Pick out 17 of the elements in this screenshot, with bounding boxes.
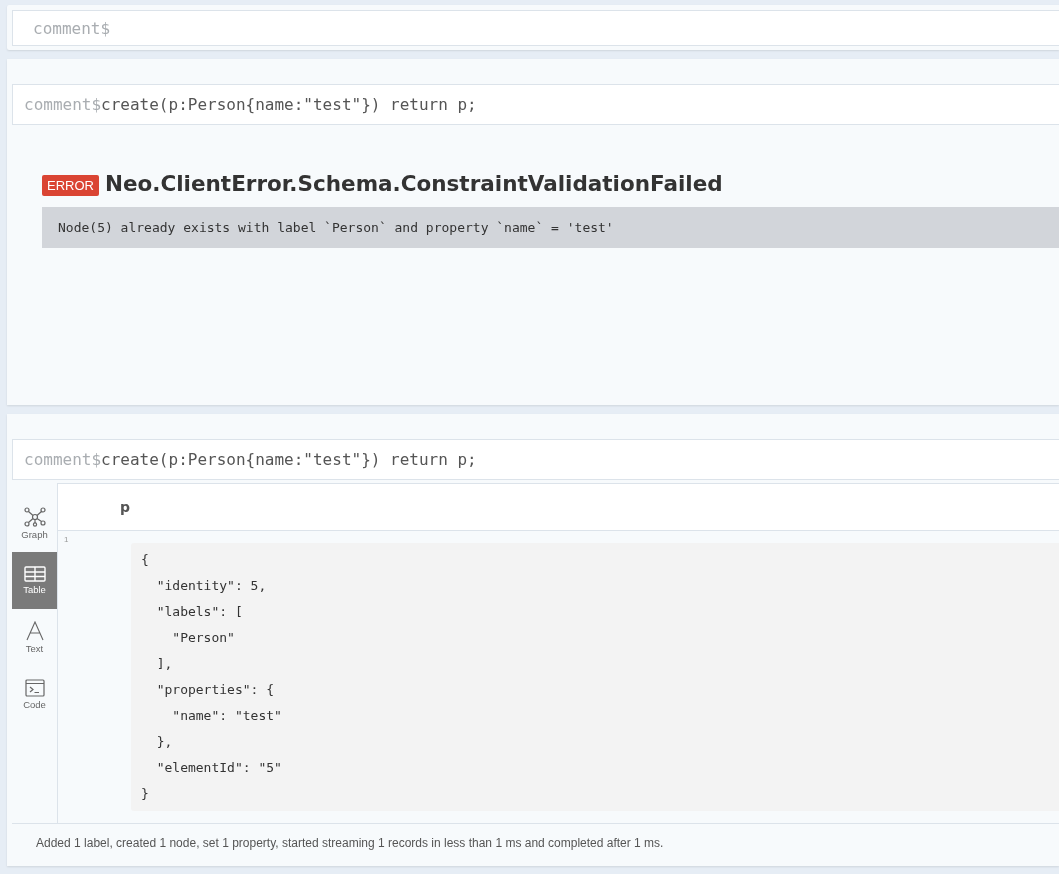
graph-icon — [23, 507, 46, 527]
status-message: Added 1 label, created 1 node, set 1 property, started streaming 1 records in less than 1 ms and completed after 1 ms. — [12, 823, 1059, 862]
row-number: 1 — [64, 535, 70, 546]
query-bar[interactable]: comment$create(p:Person{name:"test"}) return p; — [12, 84, 1059, 125]
table-icon — [23, 566, 46, 582]
terminal-icon — [24, 679, 45, 697]
json-cell: { "identity": 5, "labels": [ "Person" ], "properties": { "name": "test" }, "elementId": "5" } — [131, 543, 1059, 811]
column-header: p — [120, 499, 131, 515]
error-badge: ERROR — [42, 175, 99, 196]
letter-a-icon — [25, 621, 44, 641]
query-bar[interactable]: comment$create(p:Person{name:"test"}) return p; — [12, 439, 1059, 480]
view-tab[interactable]: Code — [12, 666, 57, 723]
error-title: Neo.ClientError.Schema.ConstraintValidationFailed — [104, 171, 723, 196]
view-tab[interactable]: Text — [12, 609, 57, 666]
view-tab[interactable]: Table — [12, 552, 57, 609]
view-tab[interactable]: Graph — [12, 495, 57, 552]
error-message: Node(5) already exists with label `Person` and property `name` = 'test' — [42, 207, 1059, 248]
